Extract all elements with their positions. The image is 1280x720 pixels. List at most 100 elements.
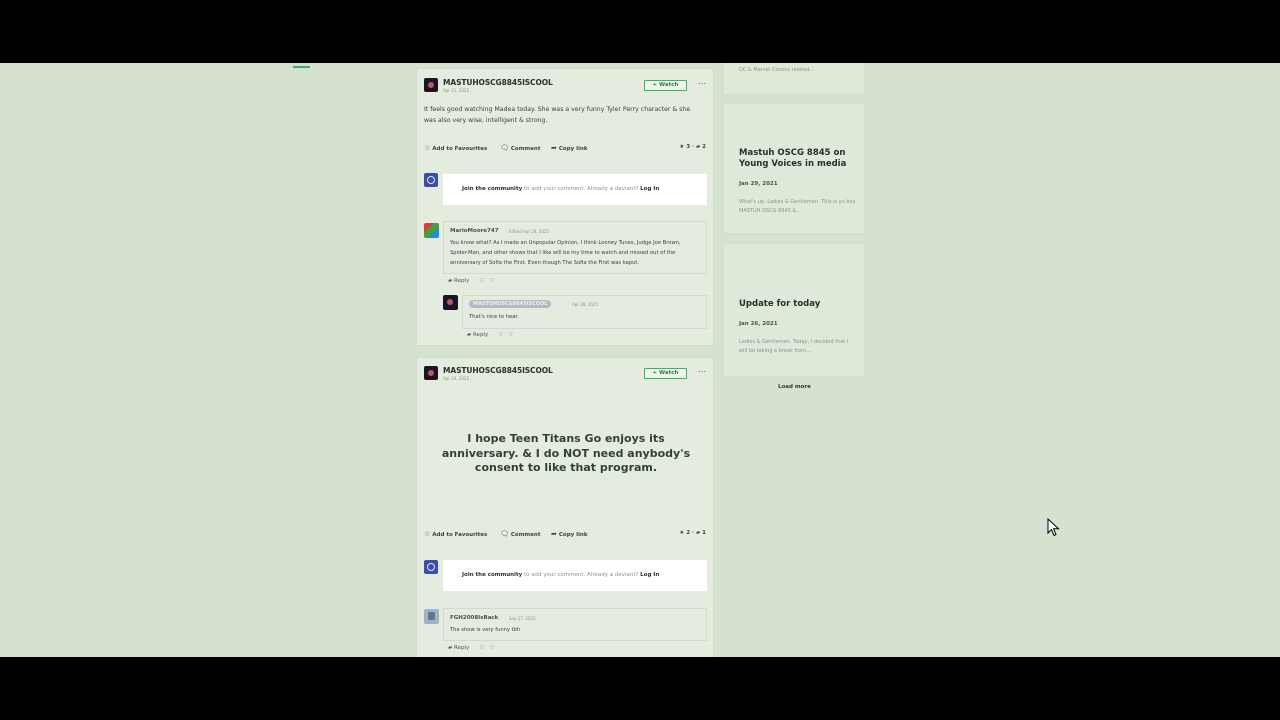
comment-count-icon: ▰ — [696, 144, 701, 150]
reply-label: Reply — [453, 645, 470, 651]
broken-heart-icon[interactable]: ♡ — [489, 645, 494, 651]
mouse-cursor-icon — [1047, 518, 1060, 537]
share-icon: ➦ — [551, 530, 557, 538]
favourites-label: Add to Favourites — [432, 146, 488, 152]
post-date: Apr 21, 2025 — [443, 88, 470, 93]
watch-button[interactable]: + Watch — [644, 368, 687, 379]
comment-icon: 🗨 — [500, 144, 509, 152]
share-icon: ➦ — [551, 144, 557, 152]
post-card: MASTUHOSCG8845ISCOOL Apr 21, 2025 + Watc… — [416, 68, 714, 346]
commenter-avatar[interactable] — [424, 609, 439, 624]
reply-button[interactable]: ▰ Reply — [448, 645, 474, 651]
join-community-link[interactable]: Join the community — [462, 186, 522, 192]
comment-icon: 🗨 — [500, 530, 509, 538]
join-prompt-text: to add your comment. Already a deviant? — [522, 572, 641, 578]
journal-excerpt: DC & Marvel Comics related... — [739, 67, 815, 73]
broken-heart-icon[interactable]: ♡ — [489, 278, 494, 284]
star-icon: ★ — [679, 144, 685, 150]
copy-link-label: Copy link — [558, 146, 588, 152]
reply-button[interactable]: ▰ Reply — [467, 332, 493, 338]
comment-text: You know what? As I made an Unpopular Op… — [450, 240, 681, 266]
more-options-icon[interactable]: ⋯ — [698, 366, 706, 378]
comment-count: 1 — [702, 530, 706, 536]
post-text: It feels good watching Madea today. She … — [424, 106, 691, 124]
broken-heart-icon[interactable]: ♡ — [508, 332, 513, 338]
comment-meta: Edited Apr 28, 2025 — [509, 229, 550, 234]
post-date: Apr 24, 2025 — [443, 376, 470, 381]
post-actions: ☆ Add to Favourites 🗨 Comment ➦ Copy link ★… — [424, 530, 706, 540]
watch-button[interactable]: + Watch — [644, 80, 687, 91]
copy-link-button[interactable]: ➦ Copy link — [551, 530, 587, 538]
reply-date: Apr 28, 2025 — [572, 302, 599, 307]
commenter-name[interactable]: FGH2008IsBack — [450, 615, 498, 621]
add-to-favourites-button[interactable]: ☆ Add to Favourites — [424, 530, 487, 538]
heart-icon[interactable]: ♡ — [479, 278, 484, 284]
post-stats: ★ 2 · ▰ 1 — [679, 530, 706, 536]
heart-icon[interactable]: ♡ — [479, 645, 484, 651]
guest-avatar — [424, 560, 438, 574]
author-avatar[interactable] — [424, 366, 438, 380]
copy-link-label: Copy link — [558, 532, 588, 538]
commenter-name[interactable]: MarioMoore747 — [450, 228, 499, 234]
journal-excerpt: Ladies & Gentlemen. Today, I decided tha… — [739, 339, 849, 354]
comment-count-icon: ▰ — [696, 530, 701, 536]
add-to-favourites-button[interactable]: ☆ Add to Favourites — [424, 144, 487, 152]
comment-text: The show is very funny tbh — [450, 627, 521, 633]
reply-label: Reply — [453, 278, 470, 284]
journal-card[interactable]: Update for today Jan 26, 2021 Ladies & G… — [723, 243, 865, 377]
join-community-box: Join the community to add your comment. … — [443, 174, 707, 205]
reply-text: That's nice to hear. — [469, 314, 519, 320]
favourite-count: 2 — [686, 530, 691, 536]
reply-box: MASTUHOSCG8845ISCOOL Apr 28, 2025 That's… — [462, 295, 707, 329]
copy-link-button[interactable]: ➦ Copy link — [551, 144, 587, 152]
journal-date: Jan 26, 2021 — [739, 321, 778, 327]
comment-box: MarioMoore747 Edited Apr 28, 2025 You kn… — [443, 221, 707, 274]
comment-button[interactable]: 🗨 Comment — [500, 144, 540, 152]
commenter-avatar[interactable] — [424, 223, 439, 238]
load-more-button[interactable]: Load more — [778, 384, 811, 390]
comment-actions: ▰ Reply ♡ ♡ — [448, 278, 499, 284]
post-header: MASTUHOSCG8845ISCOOL Apr 24, 2025 + Watc… — [424, 366, 706, 386]
post-stats: ★ 3 · ▰ 2 — [679, 144, 706, 150]
reply-author-avatar[interactable] — [443, 295, 458, 310]
comment-label: Comment — [510, 146, 541, 152]
reply-actions: ▰ Reply ♡ ♡ — [467, 332, 518, 338]
reply-author-badge[interactable]: MASTUHOSCG8845ISCOOL — [469, 300, 552, 308]
comment-label: Comment — [510, 532, 541, 538]
journal-card[interactable]: DC & Marvel Comics related... — [723, 63, 865, 95]
comment-actions: ▰ Reply ♡ ♡ — [448, 645, 499, 651]
join-community-box: Join the community to add your comment. … — [443, 560, 707, 591]
more-options-icon[interactable]: ⋯ — [698, 78, 706, 90]
favourites-label: Add to Favourites — [432, 532, 488, 538]
author-avatar[interactable] — [424, 78, 438, 92]
log-in-link[interactable]: Log In — [640, 572, 659, 578]
star-outline-icon: ☆ — [424, 530, 431, 538]
journal-title[interactable]: Mastuh OSCG 8845 on Young Voices in medi… — [739, 148, 857, 170]
post-header: MASTUHOSCG8845ISCOOL Apr 21, 2025 + Watc… — [424, 78, 706, 98]
join-community-link[interactable]: Join the community — [462, 572, 522, 578]
guest-avatar — [424, 173, 438, 187]
comment-count: 2 — [702, 144, 706, 150]
post-card: MASTUHOSCG8845ISCOOL Apr 24, 2025 + Watc… — [416, 357, 714, 657]
log-in-link[interactable]: Log In — [640, 186, 659, 192]
author-name[interactable]: MASTUHOSCG8845ISCOOL — [443, 78, 553, 87]
join-prompt-text: to add your comment. Already a deviant? — [522, 186, 641, 192]
star-outline-icon: ☆ — [424, 144, 431, 152]
comment-button[interactable]: 🗨 Comment — [500, 530, 540, 538]
journal-card[interactable]: Mastuh OSCG 8845 on Young Voices in medi… — [723, 103, 865, 234]
reply-label: Reply — [472, 332, 489, 338]
journal-date: Jan 29, 2021 — [739, 181, 778, 187]
heart-icon[interactable]: ♡ — [498, 332, 503, 338]
favourite-count: 3 — [686, 144, 691, 150]
journal-title[interactable]: Update for today — [739, 299, 857, 310]
journal-excerpt: What's up, Ladies & Gentlemen. This is y… — [739, 199, 856, 214]
reply-button[interactable]: ▰ Reply — [448, 278, 474, 284]
active-tab-indicator — [293, 66, 310, 68]
author-name[interactable]: MASTUHOSCG8845ISCOOL — [443, 366, 553, 375]
comment-box: FGH2008IsBack Sep 27, 2025 The show is v… — [443, 608, 707, 641]
star-icon: ★ — [679, 530, 685, 536]
page-viewport: MASTUHOSCG8845ISCOOL Apr 21, 2025 + Watc… — [0, 63, 1280, 657]
comment-meta: Sep 27, 2025 — [509, 616, 536, 621]
post-actions: ☆ Add to Favourites 🗨 Comment ➦ Copy link ★… — [424, 144, 706, 154]
post-text: I hope Teen Titans Go enjoys its anniver… — [441, 432, 691, 474]
